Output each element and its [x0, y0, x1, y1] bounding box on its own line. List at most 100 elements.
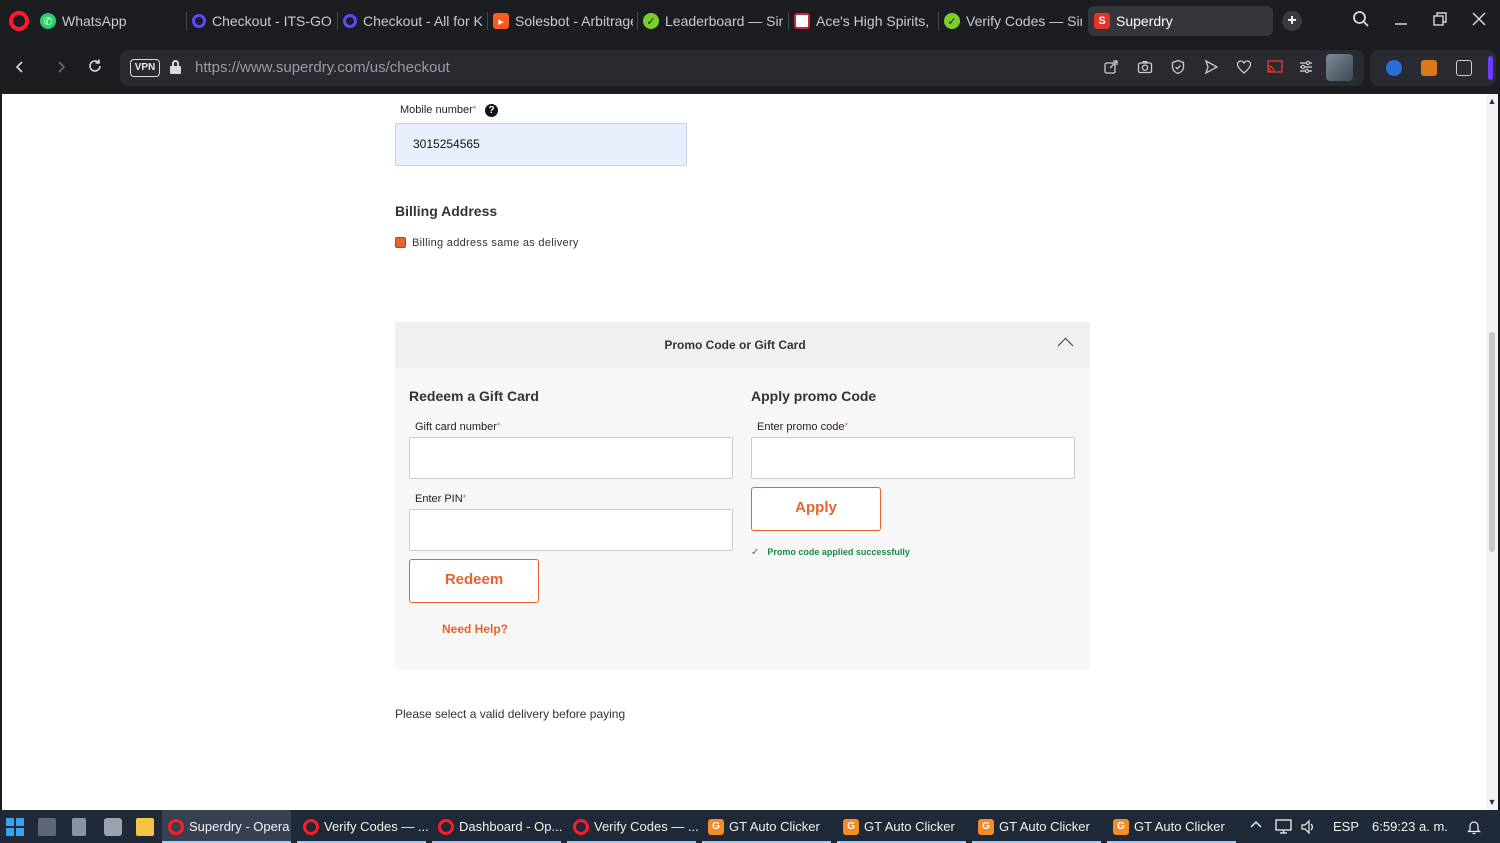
file-explorer-icon[interactable]	[136, 818, 154, 836]
camera-icon[interactable]	[1136, 59, 1154, 77]
taskbar-item-verify-codes-2[interactable]: Verify Codes — ...	[567, 810, 699, 843]
extensions-cube-icon[interactable]	[1456, 60, 1472, 76]
easy-setup-icon[interactable]	[1297, 59, 1315, 77]
search-tabs-icon[interactable]	[1350, 10, 1372, 32]
heart-icon[interactable]	[1235, 59, 1253, 77]
profile-avatar[interactable]	[1326, 54, 1353, 81]
tab-label: WhatsApp	[62, 13, 127, 29]
scrollbar-thumb[interactable]	[1489, 332, 1495, 552]
tab-separator	[186, 12, 187, 30]
restore-button[interactable]	[1429, 10, 1451, 32]
pin-label-text: Enter PIN	[415, 493, 463, 505]
billing-same-label[interactable]: Billing address same as delivery	[412, 237, 579, 249]
taskbar-item-verify-codes[interactable]: Verify Codes — ...	[297, 810, 429, 843]
mobile-number-input[interactable]: 3015254565	[395, 123, 687, 166]
forward-button[interactable]	[50, 57, 72, 79]
site-icon	[192, 14, 206, 28]
tab-checkout-all-for-ke[interactable]: Checkout - All for Ke	[343, 6, 483, 36]
apply-promo-code-title: Apply promo Code	[751, 388, 877, 404]
volume-icon[interactable]	[1300, 819, 1316, 838]
tab-label: Checkout - ITS-GOLF	[212, 13, 332, 29]
extension-icon[interactable]	[1421, 60, 1437, 76]
url-domain: https://www.superdry.com	[195, 59, 366, 76]
pin-input[interactable]	[409, 509, 733, 551]
tab-leaderboard[interactable]: ✓ Leaderboard — Simp	[643, 6, 783, 36]
close-window-button[interactable]	[1468, 10, 1490, 32]
promo-success-message: ✓ Promo code applied successfully	[751, 547, 910, 558]
share-icon[interactable]	[1102, 59, 1120, 77]
address-bar[interactable]: VPN https://www.superdry.com/us/checkout	[120, 50, 1364, 86]
language-indicator[interactable]: ESP	[1333, 819, 1359, 834]
task-view-icon[interactable]	[38, 818, 56, 836]
checkmark-icon: ✓	[751, 547, 760, 558]
send-icon[interactable]	[1202, 59, 1220, 77]
taskbar-item-gt-auto-clicker-4[interactable]: G GT Auto Clicker	[1107, 810, 1236, 843]
billing-same-checkbox[interactable]	[395, 237, 406, 248]
gift-card-number-input[interactable]	[409, 437, 733, 479]
taskbar-item-gt-auto-clicker[interactable]: G GT Auto Clicker	[702, 810, 831, 843]
promo-panel-header[interactable]: Promo Code or Gift Card	[395, 322, 1090, 368]
success-text: Promo code applied successfully	[767, 547, 910, 557]
sidebar-toggle[interactable]	[1488, 56, 1493, 80]
notifications-bell-icon[interactable]	[1466, 819, 1482, 838]
tab-whatsapp[interactable]: ✆ WhatsApp	[40, 6, 180, 36]
apply-button[interactable]: Apply	[751, 487, 881, 531]
network-icon[interactable]	[1275, 819, 1293, 838]
opera-icon	[168, 818, 184, 835]
minimize-button[interactable]	[1390, 10, 1412, 32]
opera-menu-icon[interactable]	[9, 11, 29, 31]
tab-label: Leaderboard — Simp	[665, 13, 783, 29]
opera-icon	[438, 818, 454, 835]
site-icon	[343, 14, 357, 28]
page-scrollbar[interactable]: ▲ ▼	[1486, 94, 1498, 810]
reload-button[interactable]	[84, 57, 106, 79]
shield-icon[interactable]	[1169, 59, 1187, 77]
lock-icon[interactable]	[170, 60, 181, 74]
vpn-badge[interactable]: VPN	[130, 59, 160, 77]
help-icon[interactable]: ?	[485, 104, 498, 117]
need-help-link[interactable]: Need Help?	[442, 622, 508, 636]
show-hidden-icons-chevron-icon[interactable]	[1250, 819, 1262, 834]
scroll-down-arrow-icon[interactable]: ▼	[1486, 797, 1498, 807]
billing-address-title: Billing Address	[395, 203, 498, 219]
taskbar-item-gt-auto-clicker-3[interactable]: G GT Auto Clicker	[972, 810, 1101, 843]
whatsapp-icon: ✆	[40, 13, 56, 29]
back-button[interactable]	[9, 57, 31, 79]
check-icon: ✓	[643, 13, 659, 29]
new-tab-button[interactable]: +	[1282, 11, 1302, 31]
taskbar-item-dashboard[interactable]: Dashboard - Op...	[432, 810, 563, 843]
flag-icon	[794, 13, 810, 29]
tab-superdry[interactable]: S Superdry	[1088, 6, 1273, 36]
check-icon: ✓	[944, 13, 960, 29]
tab-separator	[637, 12, 638, 30]
taskbar-label: GT Auto Clicker	[864, 819, 955, 834]
checkout-page: Mobile number* ? 3015254565 Billing Addr…	[2, 94, 1498, 810]
url-text[interactable]: https://www.superdry.com/us/checkout	[195, 59, 450, 76]
cast-icon[interactable]	[1266, 59, 1284, 77]
promo-code-input[interactable]	[751, 437, 1075, 479]
opera-icon	[303, 818, 319, 835]
calculator-icon[interactable]	[72, 818, 86, 836]
tab-verify-codes[interactable]: ✓ Verify Codes — Simp	[944, 6, 1082, 36]
extension-icon[interactable]	[1386, 60, 1402, 76]
taskbar-item-superdry-opera[interactable]: Superdry - Opera	[162, 810, 291, 843]
redeem-button[interactable]: Redeem	[409, 559, 539, 603]
gt-auto-clicker-icon: G	[978, 818, 994, 835]
tab-separator	[788, 12, 789, 30]
clock[interactable]: 6:59:23 a. m.	[1372, 819, 1448, 834]
tab-aces-high-spirits[interactable]: Ace's High Spirits, D	[794, 6, 934, 36]
scroll-up-arrow-icon[interactable]: ▲	[1486, 96, 1498, 106]
taskbar-label: GT Auto Clicker	[999, 819, 1090, 834]
taskbar-label: Dashboard - Op...	[459, 819, 563, 834]
tab-checkout-its-golf[interactable]: Checkout - ITS-GOLF	[192, 6, 332, 36]
tab-solesbot[interactable]: ▸ Solesbot - Arbitrage	[493, 6, 633, 36]
camera-app-icon[interactable]	[104, 818, 122, 836]
tab-label: Superdry	[1116, 13, 1173, 29]
taskbar-item-gt-auto-clicker-2[interactable]: G GT Auto Clicker	[837, 810, 966, 843]
tab-label: Verify Codes — Simp	[966, 13, 1082, 29]
gt-auto-clicker-icon: G	[843, 818, 859, 835]
windows-start-icon[interactable]	[6, 818, 24, 836]
pin-label: Enter PIN*	[415, 493, 467, 505]
mobile-label-text: Mobile number	[400, 104, 473, 116]
taskbar-label: Verify Codes — ...	[594, 819, 699, 834]
